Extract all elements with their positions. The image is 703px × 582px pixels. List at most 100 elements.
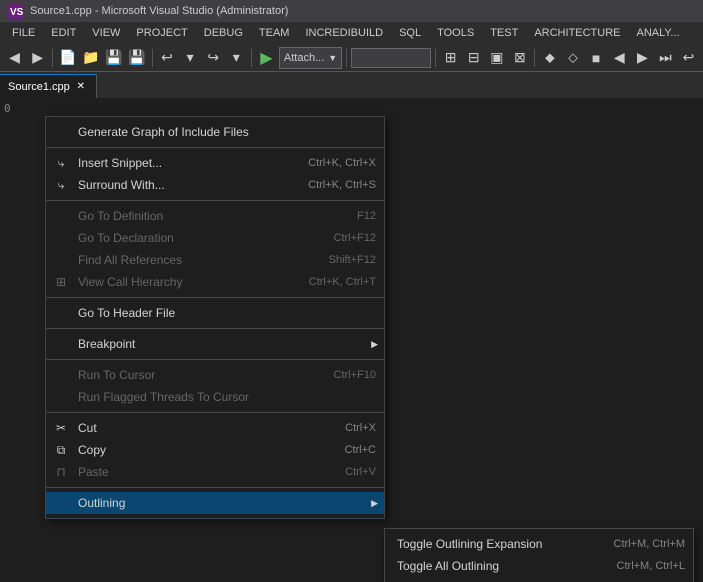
menu-file[interactable]: FILE	[4, 25, 43, 41]
tool-btn-9[interactable]: ▶	[632, 47, 653, 69]
ctx-breakpoint[interactable]: Breakpoint	[46, 333, 384, 355]
tool-btn-5[interactable]: ⬥	[539, 47, 560, 69]
ctx-run-to-cursor-label: Run To Cursor	[78, 368, 318, 382]
ctx-go-to-decl-label: Go To Declaration	[78, 231, 318, 245]
menu-sql[interactable]: SQL	[391, 25, 429, 41]
ctx-go-to-header[interactable]: Go To Header File	[46, 302, 384, 324]
ctx-insert-snippet-shortcut: Ctrl+K, Ctrl+X	[292, 157, 376, 169]
ctx-sep-3	[46, 297, 384, 298]
save-button[interactable]: 💾	[103, 47, 124, 69]
menu-tools[interactable]: TOOLS	[429, 25, 482, 41]
tool-btn-8[interactable]: ◀	[609, 47, 630, 69]
tab-source1[interactable]: Source1.cpp ✕	[0, 74, 97, 98]
undo-button[interactable]: ↩	[156, 47, 177, 69]
line-number: 0	[0, 102, 11, 115]
menu-edit[interactable]: EDIT	[43, 25, 84, 41]
ctx-surround-with-shortcut: Ctrl+K, Ctrl+S	[292, 179, 376, 191]
tool-btn-2[interactable]: ⊟	[463, 47, 484, 69]
outlining-submenu: Toggle Outlining Expansion Ctrl+M, Ctrl+…	[384, 528, 694, 582]
tool-btn-1[interactable]: ⊞	[440, 47, 461, 69]
ctx-outlining[interactable]: Outlining	[46, 492, 384, 514]
toolbar-sep-6	[534, 49, 535, 67]
open-file-button[interactable]: 📁	[80, 47, 101, 69]
sub-toggle-all-outlining-shortcut: Ctrl+M, Ctrl+L	[601, 560, 685, 572]
ctx-surround-with-label: Surround With...	[78, 178, 292, 192]
tool-btn-10[interactable]: ⏭	[655, 47, 676, 69]
ctx-paste-label: Paste	[78, 465, 329, 479]
tool-btn-7[interactable]: ■	[586, 47, 607, 69]
ctx-paste[interactable]: ⊓ Paste Ctrl+V	[46, 461, 384, 483]
redo-button[interactable]: ↪	[203, 47, 224, 69]
ctx-insert-snippet[interactable]: ⤷ Insert Snippet... Ctrl+K, Ctrl+X	[46, 152, 384, 174]
ctx-sep-6	[46, 412, 384, 413]
menu-incredibuild[interactable]: INCREDIBUILD	[297, 25, 391, 41]
tab-label: Source1.cpp	[8, 81, 70, 93]
menu-analyze[interactable]: ANALY...	[628, 25, 687, 41]
ctx-go-to-def-label: Go To Definition	[78, 209, 341, 223]
ctx-view-call-hier-shortcut: Ctrl+K, Ctrl+T	[293, 276, 376, 288]
sub-toggle-outlining-exp-label: Toggle Outlining Expansion	[397, 537, 598, 551]
sub-stop-outlining[interactable]: Stop Outlining Ctrl+M, Ctrl+P	[385, 577, 693, 582]
ctx-run-flagged[interactable]: Run Flagged Threads To Cursor	[46, 386, 384, 408]
ctx-find-all-ref[interactable]: Find All References Shift+F12	[46, 249, 384, 271]
ctx-run-to-cursor[interactable]: Run To Cursor Ctrl+F10	[46, 364, 384, 386]
start-button[interactable]: ▶	[256, 47, 277, 69]
redo-dropdown[interactable]: ▾	[226, 47, 247, 69]
toolbar-sep-4	[346, 49, 347, 67]
ctx-sep-2	[46, 200, 384, 201]
menu-project[interactable]: PROJECT	[128, 25, 195, 41]
menu-architecture[interactable]: ARCHITECTURE	[526, 25, 628, 41]
ctx-go-to-def[interactable]: Go To Definition F12	[46, 205, 384, 227]
callhier-icon: ⊞	[52, 273, 70, 291]
context-menu: Generate Graph of Include Files ⤷ Insert…	[45, 116, 385, 519]
snippet-icon: ⤷	[52, 154, 70, 172]
tool-btn-4[interactable]: ⊠	[509, 47, 530, 69]
search-input[interactable]	[351, 48, 431, 68]
title-bar: VS Source1.cpp - Microsoft Visual Studio…	[0, 0, 703, 22]
forward-button[interactable]: ▶	[27, 47, 48, 69]
ctx-cut-shortcut: Ctrl+X	[329, 422, 376, 434]
ctx-go-to-header-label: Go To Header File	[78, 306, 376, 320]
tool-btn-11[interactable]: ↩	[678, 47, 699, 69]
back-button[interactable]: ◀	[4, 47, 25, 69]
menu-team[interactable]: TEAM	[251, 25, 298, 41]
ctx-cut[interactable]: ✂ Cut Ctrl+X	[46, 417, 384, 439]
ctx-find-all-ref-shortcut: Shift+F12	[313, 254, 376, 266]
svg-text:VS: VS	[10, 7, 24, 18]
sub-toggle-all-outlining[interactable]: Toggle All Outlining Ctrl+M, Ctrl+L	[385, 555, 693, 577]
ctx-go-to-def-shortcut: F12	[341, 210, 376, 222]
undo-dropdown[interactable]: ▾	[180, 47, 201, 69]
copy-icon: ⧉	[52, 441, 70, 459]
ctx-copy-shortcut: Ctrl+C	[329, 444, 376, 456]
ctx-find-all-ref-label: Find All References	[78, 253, 313, 267]
menu-bar: FILE EDIT VIEW PROJECT DEBUG TEAM INCRED…	[0, 22, 703, 44]
attach-button[interactable]: Attach... ▼	[279, 47, 342, 69]
tool-btn-3[interactable]: ▣	[486, 47, 507, 69]
toolbar-sep-5	[435, 49, 436, 67]
ctx-run-to-cursor-shortcut: Ctrl+F10	[318, 369, 377, 381]
ctx-sep-7	[46, 487, 384, 488]
ctx-surround-with[interactable]: ⤷ Surround With... Ctrl+K, Ctrl+S	[46, 174, 384, 196]
toolbar: ◀ ▶ 📄 📁 💾 💾 ↩ ▾ ↪ ▾ ▶ Attach... ▼ ⊞ ⊟ ▣ …	[0, 44, 703, 72]
ctx-generate-graph[interactable]: Generate Graph of Include Files	[46, 121, 384, 143]
toolbar-sep-2	[152, 49, 153, 67]
cut-icon: ✂	[52, 419, 70, 437]
ctx-copy[interactable]: ⧉ Copy Ctrl+C	[46, 439, 384, 461]
menu-debug[interactable]: DEBUG	[196, 25, 251, 41]
ctx-cut-label: Cut	[78, 421, 329, 435]
toolbar-sep-3	[251, 49, 252, 67]
sub-toggle-all-outlining-label: Toggle All Outlining	[397, 559, 601, 573]
menu-view[interactable]: VIEW	[84, 25, 128, 41]
tab-close-button[interactable]: ✕	[74, 80, 88, 94]
save-all-button[interactable]: 💾	[126, 47, 147, 69]
ctx-view-call-hier[interactable]: ⊞ View Call Hierarchy Ctrl+K, Ctrl+T	[46, 271, 384, 293]
menu-test[interactable]: TEST	[482, 25, 526, 41]
ctx-paste-shortcut: Ctrl+V	[329, 466, 376, 478]
tool-btn-6[interactable]: ⬦	[563, 47, 584, 69]
new-file-button[interactable]: 📄	[57, 47, 78, 69]
tab-bar: Source1.cpp ✕	[0, 72, 703, 98]
ctx-go-to-decl[interactable]: Go To Declaration Ctrl+F12	[46, 227, 384, 249]
editor-area[interactable]: 0 Generate Graph of Include Files ⤷ Inse…	[0, 98, 703, 582]
sub-toggle-outlining-exp[interactable]: Toggle Outlining Expansion Ctrl+M, Ctrl+…	[385, 533, 693, 555]
ctx-insert-snippet-label: Insert Snippet...	[78, 156, 292, 170]
